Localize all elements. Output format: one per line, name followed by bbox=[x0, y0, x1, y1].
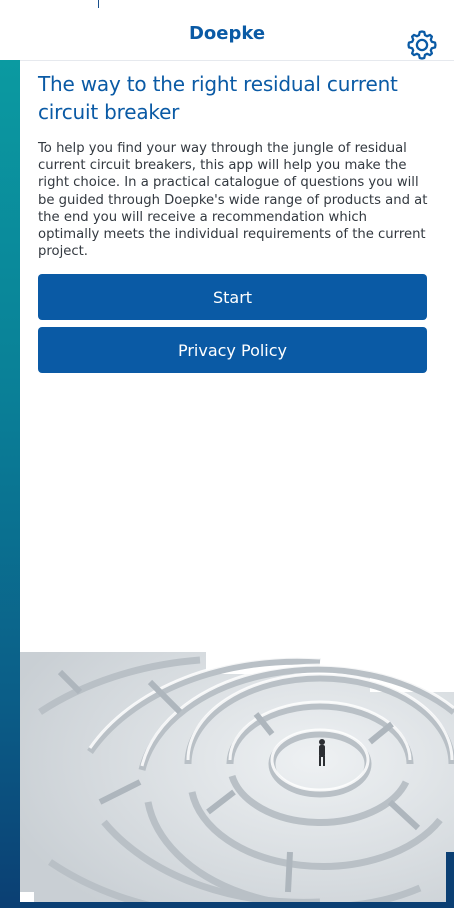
intro-section: The way to the right residual current ci… bbox=[38, 70, 430, 260]
top-divider bbox=[98, 0, 99, 8]
corner-accent bbox=[446, 852, 454, 908]
nav-bar: Doepke bbox=[0, 8, 454, 61]
intro-text: To help you find your way through the ju… bbox=[38, 141, 428, 260]
page-title: The way to the right residual current ci… bbox=[38, 72, 398, 124]
start-button[interactable]: Start bbox=[38, 274, 427, 320]
nav-title: Doepke bbox=[188, 23, 266, 44]
privacy-policy-button[interactable]: Privacy Policy bbox=[38, 327, 427, 373]
gear-icon[interactable] bbox=[405, 28, 439, 62]
maze-image bbox=[20, 652, 454, 908]
side-accent-bar bbox=[0, 60, 20, 908]
app-screen: Doepke The way to the right residual cur… bbox=[0, 0, 454, 908]
bottom-accent-bar bbox=[0, 902, 454, 908]
